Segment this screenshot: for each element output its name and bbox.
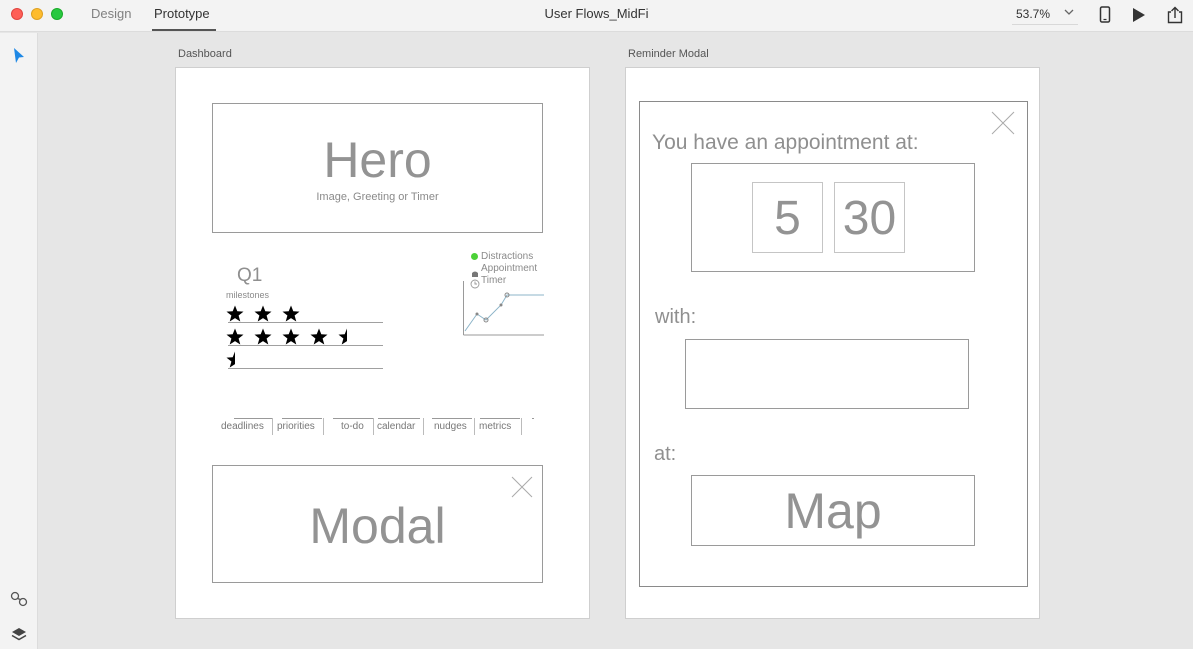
hero-title: Hero [323, 132, 432, 188]
map-label: Map [784, 483, 882, 539]
tab-calendar[interactable]: calendar [377, 421, 415, 432]
star-icon [254, 305, 272, 323]
quarter-label: Q1 [237, 265, 263, 286]
minute-value: 30 [842, 192, 897, 245]
cursor-arrow-icon[interactable] [12, 47, 26, 70]
reminder-modal-artboard: You have an appointment at: 5 30 with: a… [625, 67, 1040, 619]
share-icon[interactable] [1167, 6, 1183, 29]
play-icon[interactable] [1132, 6, 1146, 29]
legend-appointment: Appointment [481, 263, 538, 274]
left-toolbar [0, 33, 38, 649]
tab-priorities[interactable]: priorities [277, 421, 315, 432]
star-icon [282, 305, 300, 323]
chevron-down-icon[interactable] [1064, 5, 1074, 22]
legend-timer: Timer [481, 275, 507, 286]
rating-divider [228, 368, 383, 369]
tab-top-line [378, 418, 420, 419]
with-field[interactable] [685, 339, 969, 409]
artboard-label-reminder[interactable]: Reminder Modal [628, 48, 709, 60]
tab-separator [272, 418, 273, 435]
hero-placeholder: Hero Image, Greeting or Timer [212, 103, 543, 233]
rating-divider [228, 345, 383, 346]
chart-point [475, 312, 479, 316]
layers-icon[interactable] [10, 626, 28, 649]
at-label: at: [654, 443, 677, 465]
star-icon [282, 328, 300, 346]
artboard-label-dashboard[interactable]: Dashboard [178, 48, 232, 60]
tab-metrics[interactable]: metrics [479, 421, 511, 432]
tab-separator [474, 418, 475, 435]
close-icon[interactable] [991, 111, 1015, 140]
timer-icon [470, 276, 480, 294]
star-icon [226, 328, 244, 346]
chart-point [499, 303, 503, 307]
star-icon [226, 305, 244, 323]
tab-deadlines[interactable]: deadlines [221, 421, 264, 432]
zoom-level[interactable]: 53.7% [1016, 7, 1050, 21]
tab-top-line [333, 418, 373, 419]
tab-top-line [282, 418, 322, 419]
tab-top-line [532, 418, 534, 419]
tab-separator [423, 418, 424, 435]
tab-top-line [480, 418, 520, 419]
appointment-heading: You have an appointment at: [652, 131, 919, 154]
hour-field[interactable]: 5 [752, 182, 823, 253]
document-title: User Flows_MidFi [544, 6, 649, 21]
legend-distractions: Distractions [481, 251, 534, 262]
hero-subtitle: Image, Greeting or Timer [316, 191, 439, 203]
tab-separator [323, 418, 324, 435]
title-bar: Design Prototype User Flows_MidFi 53.7% [0, 0, 1193, 32]
with-label: with: [655, 306, 697, 328]
tab-separator [373, 418, 374, 435]
time-picker: 5 30 [691, 163, 975, 272]
rating-divider [228, 322, 383, 323]
distractions-dot-icon [471, 253, 478, 260]
link-icon[interactable] [10, 590, 28, 613]
zoom-underline [1012, 24, 1078, 25]
hour-value: 5 [774, 192, 801, 245]
milestones-label: milestones [226, 290, 270, 300]
minute-field[interactable]: 30 [834, 182, 905, 253]
tab-to-do[interactable]: to-do [341, 421, 364, 432]
half-star-icon [338, 328, 347, 346]
tab-top-line [432, 418, 472, 419]
modal-placeholder[interactable]: Modal [212, 465, 543, 583]
close-icon[interactable] [511, 476, 533, 503]
star-icon [254, 328, 272, 346]
dashboard-artboard: Hero Image, Greeting or Timer Q1 milesto… [175, 67, 590, 619]
active-tab-indicator [152, 29, 216, 31]
map-placeholder[interactable]: Map [691, 475, 975, 546]
tab-nudges[interactable]: nudges [434, 421, 467, 432]
modal-title: Modal [309, 498, 446, 554]
reminder-modal-frame: You have an appointment at: 5 30 with: a… [639, 101, 1028, 587]
mini-trend-chart: Distractions Appointment Timer [463, 251, 548, 341]
star-icon [310, 328, 328, 346]
dashboard-tab-bar: deadlines priorities to-do calendar nudg… [221, 418, 541, 435]
tab-separator [521, 418, 522, 435]
half-star-icon [226, 351, 235, 369]
tab-top-line [234, 418, 272, 419]
phone-icon[interactable] [1099, 6, 1111, 29]
